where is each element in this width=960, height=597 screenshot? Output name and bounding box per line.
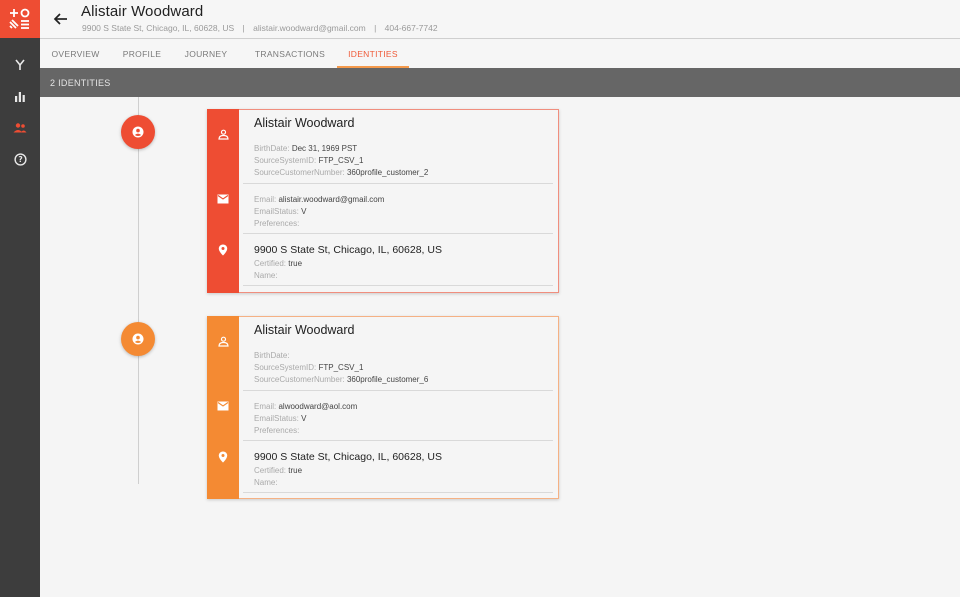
preferences-row: Preferences:: [254, 426, 300, 435]
sidebar-item-help[interactable]: ?: [0, 147, 40, 171]
birthdate-row: BirthDate:: [254, 351, 290, 360]
email-value: alistair.woodward@gmail.com: [278, 195, 385, 204]
person-outline-icon: [215, 126, 231, 142]
email-status-row: EmailStatus: V: [254, 207, 307, 216]
identity-name: Alistair Woodward: [254, 323, 355, 337]
source-system-value: FTP_CSV_1: [318, 156, 364, 165]
birthdate-row: BirthDate: Dec 31, 1969 PST: [254, 144, 358, 153]
email-row: Email: alwoodward@aol.com: [254, 402, 358, 411]
certified-value: true: [288, 466, 303, 475]
bar-chart-icon: [15, 92, 25, 102]
people-icon: [13, 123, 27, 133]
tab-identities[interactable]: IDENTITIES: [337, 40, 409, 68]
back-button[interactable]: [52, 10, 70, 28]
identities-count-bar: 2 IDENTITIES: [40, 68, 960, 97]
email-status-row: EmailStatus: V: [254, 414, 307, 423]
certified-row: Certified: true: [254, 259, 303, 268]
section-divider: [243, 285, 553, 286]
source-system-row: SourceSystemID: FTP_CSV_1: [254, 363, 364, 372]
customer-email: alistair.woodward@gmail.com: [253, 23, 366, 33]
preferences-row: Preferences:: [254, 219, 300, 228]
customer-header: Alistair Woodward 9900 S State St, Chica…: [40, 0, 960, 39]
address-name-row: Name:: [254, 478, 278, 487]
customer-address: 9900 S State St, Chicago, IL, 60628, US: [82, 23, 235, 33]
help-icon: ?: [13, 152, 27, 166]
sidebar-item-analytics[interactable]: [0, 85, 40, 109]
email-value: alwoodward@aol.com: [278, 402, 358, 411]
address-value: 9900 S State St, Chicago, IL, 60628, US: [254, 451, 442, 463]
svg-text:?: ?: [18, 155, 22, 164]
timeline-dot-1: [121, 115, 155, 149]
email-row: Email: alistair.woodward@gmail.com: [254, 195, 385, 204]
email-icon: [215, 191, 231, 207]
location-pin-icon: [215, 242, 231, 258]
app-logo[interactable]: [0, 0, 40, 38]
identities-count: 2 IDENTITIES: [50, 77, 111, 88]
tab-overview[interactable]: OVERVIEW: [46, 40, 105, 68]
account-circle-icon: [132, 126, 144, 138]
app-logo-icon: [9, 8, 30, 29]
account-circle-icon: [132, 333, 144, 345]
section-divider: [243, 440, 553, 441]
certified-row: Certified: true: [254, 466, 303, 475]
source-customer-row: SourceCustomerNumber: 360profile_custome…: [254, 375, 429, 384]
card-color-strip: [207, 109, 239, 293]
source-system-row: SourceSystemID: FTP_CSV_1: [254, 156, 364, 165]
section-divider: [243, 492, 553, 493]
tab-profile[interactable]: PROFILE: [118, 40, 166, 68]
source-customer-row: SourceCustomerNumber: 360profile_custome…: [254, 168, 429, 177]
address-name-row: Name:: [254, 271, 278, 280]
address-value: 9900 S State St, Chicago, IL, 60628, US: [254, 244, 442, 256]
tab-journey[interactable]: JOURNEY: [182, 40, 230, 68]
separator: |: [242, 23, 245, 33]
merge-icon: [15, 59, 25, 70]
source-system-value: FTP_CSV_1: [318, 363, 364, 372]
source-customer-value: 360profile_customer_2: [346, 168, 429, 177]
identity-card: Alistair Woodward BirthDate: Dec 31, 196…: [207, 109, 559, 293]
person-outline-icon: [215, 333, 231, 349]
location-pin-icon: [215, 449, 231, 465]
card-color-strip: [207, 316, 239, 499]
timeline-line: [138, 97, 139, 484]
certified-value: true: [288, 259, 303, 268]
customer-phone: 404-667-7742: [384, 23, 438, 33]
email-icon: [215, 398, 231, 414]
sidebar-item-merge[interactable]: [0, 53, 40, 77]
tab-transactions[interactable]: TRANSACTIONS: [248, 40, 332, 68]
source-customer-value: 360profile_customer_6: [346, 375, 429, 384]
identity-card: Alistair Woodward BirthDate: SourceSyste…: [207, 316, 559, 499]
email-status-value: V: [301, 414, 307, 423]
arrow-back-icon: [53, 13, 67, 25]
customer-contact-info: 9900 S State St, Chicago, IL, 60628, US …: [82, 23, 438, 33]
section-divider: [243, 390, 553, 391]
tab-bar: OVERVIEW PROFILE JOURNEY TRANSACTIONS ID…: [40, 40, 960, 68]
section-divider: [243, 183, 553, 184]
customer-name: Alistair Woodward: [81, 3, 204, 20]
birthdate-value: Dec 31, 1969 PST: [291, 144, 358, 153]
section-divider: [243, 233, 553, 234]
timeline-dot-2: [121, 322, 155, 356]
identity-name: Alistair Woodward: [254, 116, 355, 130]
email-status-value: V: [301, 207, 307, 216]
separator: |: [374, 23, 377, 33]
sidebar-item-customers[interactable]: [0, 116, 40, 140]
sidebar: ?: [0, 0, 40, 597]
